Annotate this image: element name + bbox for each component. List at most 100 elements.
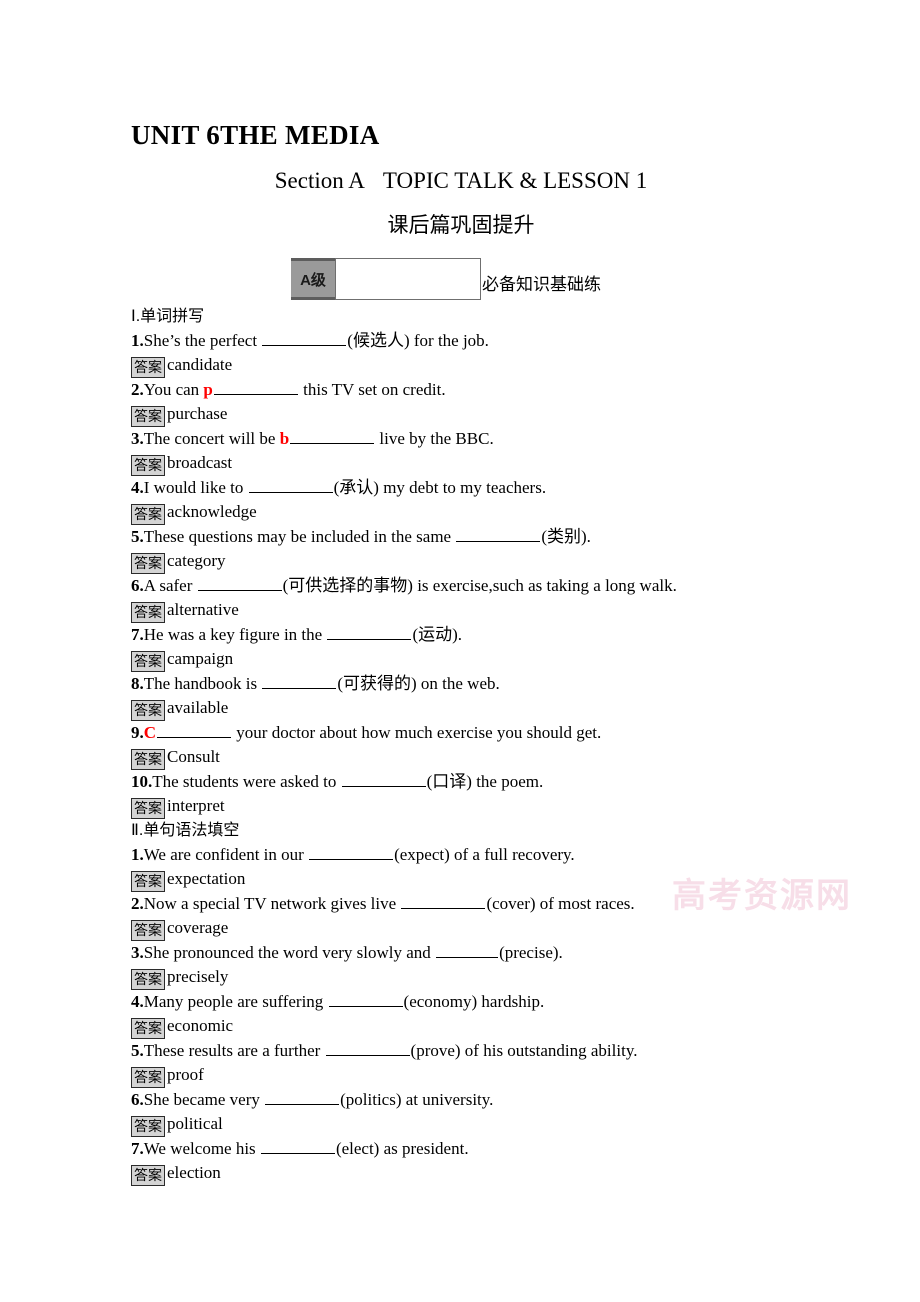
- review-heading: 课后篇巩固提升: [387, 214, 535, 237]
- question-text-before: We are confident in our: [143, 845, 309, 864]
- answer-line: 答案 election: [131, 1161, 831, 1186]
- answer-blank[interactable]: [157, 724, 232, 738]
- answer-tag: 答案: [131, 455, 165, 476]
- question-number: 2.: [131, 380, 144, 399]
- question-text-before: A safer: [143, 576, 197, 595]
- question-text-before: These results are a further: [143, 1041, 325, 1060]
- answer-line: 答案 interpret: [131, 794, 831, 819]
- question-line: 1.She’s the perfect (候选人) for the job.: [131, 329, 831, 353]
- question-text-before: We welcome his: [143, 1139, 260, 1158]
- question-text-after: (候选人) for the job.: [347, 331, 489, 350]
- question-text-after: (可获得的) on the web.: [337, 674, 500, 693]
- answer-line: 答案 broadcast: [131, 451, 831, 476]
- answer-blank[interactable]: [265, 1091, 340, 1105]
- question-text-after: (承认) my debt to my teachers.: [333, 478, 547, 497]
- question-text-before: You can: [143, 380, 204, 399]
- answer-text: Consult: [167, 747, 220, 766]
- answer-text: purchase: [167, 404, 228, 423]
- hint-letter: C: [143, 723, 157, 742]
- hint-letter: b: [279, 429, 290, 448]
- question-number: 4.: [131, 992, 144, 1011]
- question-text-after: (expect) of a full recovery.: [394, 845, 575, 864]
- question-line: 2.Now a special TV network gives live (c…: [131, 892, 831, 916]
- question-text-after: your doctor about how much exercise you …: [232, 723, 602, 742]
- lesson-name: TOPIC TALK & LESSON 1: [382, 168, 648, 193]
- question-line: 2.You can p this TV set on credit.: [131, 378, 831, 402]
- answer-text: category: [167, 551, 226, 570]
- question-text-after: (precise).: [499, 943, 563, 962]
- question-text-before: The students were asked to: [152, 772, 341, 791]
- part-heading: Ⅱ.单句语法填空: [131, 822, 240, 839]
- question-text-after: (economy) hardship.: [403, 992, 545, 1011]
- answer-blank[interactable]: [325, 1042, 410, 1056]
- answer-line: 答案 category: [131, 549, 831, 574]
- answer-text: alternative: [167, 600, 239, 619]
- answer-blank[interactable]: [262, 675, 337, 689]
- answer-line: 答案 candidate: [131, 353, 831, 378]
- answer-blank[interactable]: [327, 626, 412, 640]
- answer-tag: 答案: [131, 871, 165, 892]
- question-line: 4.I would like to (承认) my debt to my tea…: [131, 476, 831, 500]
- answer-blank[interactable]: [262, 332, 347, 346]
- answer-text: political: [167, 1114, 223, 1133]
- answer-text: available: [167, 698, 229, 717]
- question-number: 4.: [131, 478, 144, 497]
- answer-line: 答案 alternative: [131, 598, 831, 623]
- question-text-before: I would like to: [143, 478, 248, 497]
- answer-text: economic: [167, 1016, 234, 1035]
- question-text-before: Many people are suffering: [143, 992, 328, 1011]
- answer-tag: 答案: [131, 920, 165, 941]
- question-line: 8.The handbook is (可获得的) on the web.: [131, 672, 831, 696]
- question-line: 5.These questions may be included in the…: [131, 525, 831, 549]
- answer-blank[interactable]: [248, 479, 333, 493]
- question-text-before: He was a key figure in the: [143, 625, 327, 644]
- answer-tag: 答案: [131, 798, 165, 819]
- answer-line: 答案 proof: [131, 1063, 831, 1088]
- exercise-content: Ⅰ.单词拼写 1.She’s the perfect (候选人) for the …: [131, 305, 831, 1186]
- question-text-after: (运动).: [412, 625, 463, 644]
- question-text-after: (elect) as president.: [335, 1139, 469, 1158]
- answer-blank[interactable]: [309, 846, 394, 860]
- answer-blank[interactable]: [290, 430, 375, 444]
- question-number: 9.: [131, 723, 144, 742]
- question-number: 5.: [131, 1041, 144, 1060]
- section-name: Section A: [274, 168, 365, 193]
- answer-tag: 答案: [131, 357, 165, 378]
- answer-blank[interactable]: [328, 993, 403, 1007]
- question-text-before: The concert will be: [143, 429, 280, 448]
- answer-text: election: [167, 1163, 221, 1182]
- question-number: 1.: [131, 845, 144, 864]
- question-text-after: (cover) of most races.: [486, 894, 635, 913]
- answer-tag: 答案: [131, 1165, 165, 1186]
- answer-blank[interactable]: [456, 528, 541, 542]
- answer-text: coverage: [167, 918, 229, 937]
- question-line: 6.A safer (可供选择的事物) is exercise,such as …: [131, 574, 831, 598]
- question-text-after: (prove) of his outstanding ability.: [410, 1041, 638, 1060]
- question-number: 6.: [131, 1090, 144, 1109]
- answer-blank[interactable]: [436, 944, 499, 958]
- answer-text: candidate: [167, 355, 233, 374]
- question-line: 5.These results are a further (prove) of…: [131, 1039, 831, 1063]
- level-banner: A级: [291, 258, 481, 300]
- answer-blank[interactable]: [260, 1140, 335, 1154]
- answer-tag: 答案: [131, 700, 165, 721]
- answer-blank[interactable]: [213, 381, 298, 395]
- question-text-after: (politics) at university.: [340, 1090, 494, 1109]
- answer-line: 答案 precisely: [131, 965, 831, 990]
- answer-blank[interactable]: [401, 895, 486, 909]
- question-line: 1.We are confident in our (expect) of a …: [131, 843, 831, 867]
- question-line: 10.The students were asked to (口译) the p…: [131, 770, 831, 794]
- level-badge: A级: [291, 258, 335, 300]
- answer-line: 答案 purchase: [131, 402, 831, 427]
- question-text-before: She pronounced the word very slowly and: [143, 943, 436, 962]
- answer-blank[interactable]: [341, 773, 426, 787]
- question-number: 3.: [131, 943, 144, 962]
- answer-blank[interactable]: [197, 577, 282, 591]
- question-number: 7.: [131, 1139, 144, 1158]
- question-text-before: The handbook is: [143, 674, 262, 693]
- worksheet-page: 高考资源网 UNIT 6THE MEDIA Section A TOPIC TAL…: [0, 0, 920, 1302]
- question-text-before: She became very: [143, 1090, 265, 1109]
- level-label: 必备知识基础练: [482, 275, 601, 294]
- answer-line: 答案 expectation: [131, 867, 831, 892]
- answer-line: 答案 acknowledge: [131, 500, 831, 525]
